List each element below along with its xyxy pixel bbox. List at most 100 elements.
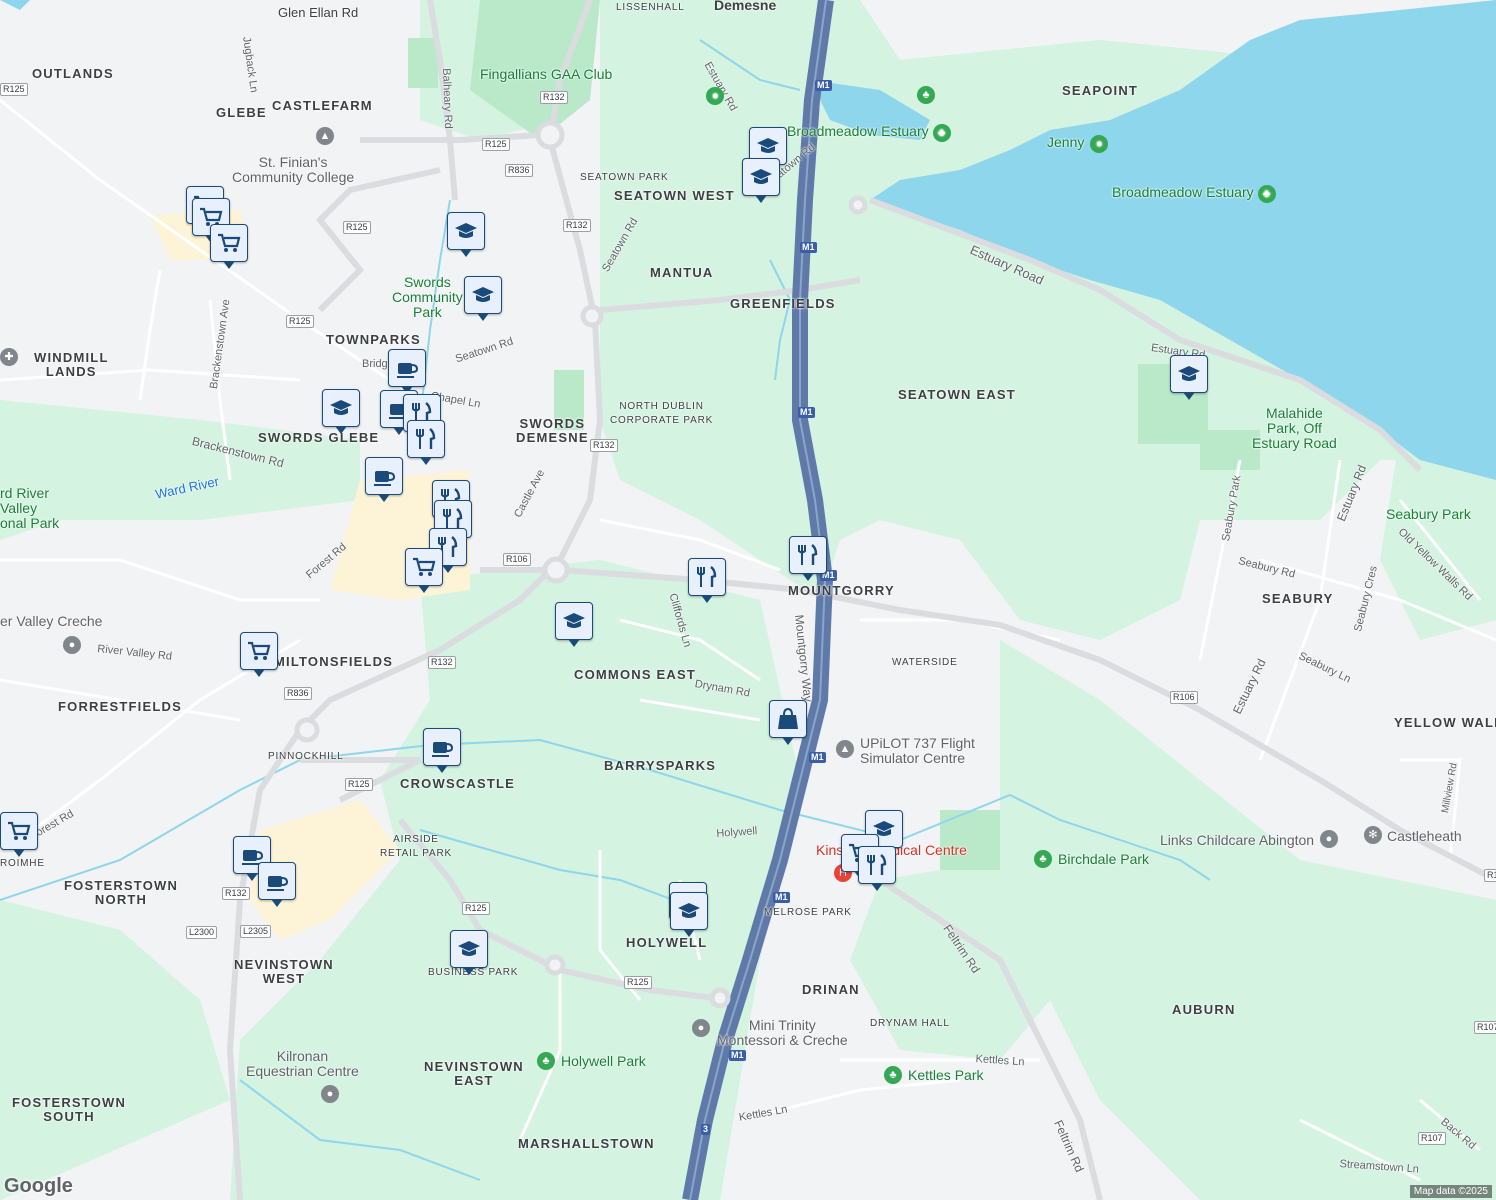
area-label-commons-east: COMMONS EAST xyxy=(574,667,697,682)
map-marker-cart-6[interactable] xyxy=(0,812,38,857)
area-label-outlands: OUTLANDS xyxy=(32,66,114,81)
area-label-drynam-hall: DRYNAM HALL xyxy=(870,1018,950,1029)
map-marker-edu-4[interactable] xyxy=(464,276,502,321)
map-attribution[interactable]: Map data ©2025 xyxy=(1409,1185,1492,1198)
area-label-castlefarm: CASTLEFARM xyxy=(272,98,373,113)
area-label-greenfields: GREENFIELDS xyxy=(730,296,836,311)
area-label-fosterstown-north: FOSTERSTOWN NORTH xyxy=(64,878,179,907)
area-label-seabury: SEABURY xyxy=(1262,591,1334,606)
poi-fingallians[interactable]: Fingallians GAA Club● xyxy=(480,67,725,105)
map-marker-edu-7[interactable] xyxy=(555,602,593,647)
area-label-melrose-park: MELROSE PARK xyxy=(764,907,852,918)
area-label-nevinstown-east: NEVINSTOWN EAST xyxy=(424,1059,524,1088)
poi-birchdale-park[interactable]: Birchdale Park xyxy=(1058,852,1149,867)
road-shield: L2300 xyxy=(186,926,218,939)
area-label-waterside: WATERSIDE xyxy=(892,657,958,668)
poi-castleheath[interactable]: Castleheath xyxy=(1387,829,1462,844)
road-shield: R132 xyxy=(590,439,618,452)
pin-dot-icon: ● xyxy=(1320,830,1338,848)
poi-malahide-park[interactable]: Malahide Park, Off Estuary Road xyxy=(1252,406,1337,451)
road-shield: R107 xyxy=(1418,1132,1446,1145)
area-label-roimhe: ROIMHE xyxy=(0,858,45,869)
road-shield: R125 xyxy=(482,138,510,151)
map-marker-edu-5[interactable] xyxy=(322,389,360,434)
area-label-seatown-east: SEATOWN EAST xyxy=(898,387,1016,402)
road-shield: R106 xyxy=(503,553,531,566)
map-marker-edu-10[interactable] xyxy=(670,892,708,937)
road-shield: R107 xyxy=(1474,1021,1496,1034)
road-shield: R125 xyxy=(343,221,371,234)
poi-swords-community-park[interactable]: Swords Community Park xyxy=(392,275,463,320)
area-label-north-dublin-corporate-park: NORTH DUBLIN CORPORATE PARK xyxy=(610,401,714,426)
poi-broadmeadow-estuary-1[interactable]: Broadmeadow Estuary ♣ xyxy=(787,124,951,142)
map-marker-edu-11[interactable] xyxy=(450,930,488,975)
poi-jenny[interactable]: Jenny ● xyxy=(1047,135,1109,153)
park-dot-icon: ● xyxy=(1090,135,1109,153)
cross-icon: ✚ xyxy=(0,348,18,366)
area-label-pinnockhill: PINNOCKHILL xyxy=(268,751,344,762)
motorway-shield: M1 xyxy=(798,407,815,418)
road-shield: R836 xyxy=(284,687,312,700)
map-marker-cafe-3[interactable] xyxy=(365,457,403,502)
tree-icon: ♣ xyxy=(932,124,951,142)
poi-mini-trinity[interactable]: Mini Trinity Montessori & Creche xyxy=(717,1018,848,1048)
tree-icon: ♣ xyxy=(1257,185,1276,203)
map-marker-cart-5[interactable] xyxy=(240,632,278,677)
road-label-balheary-rd: Balheary Rd xyxy=(440,68,455,129)
area-label-holywell: HOLYWELL xyxy=(626,935,708,950)
area-label-drinan: DRINAN xyxy=(802,982,860,997)
map-marker-food-6[interactable] xyxy=(688,558,726,603)
road-shield: R106 xyxy=(1170,691,1198,704)
road-shield: R132 xyxy=(540,91,568,104)
area-label-townparks: TOWNPARKS xyxy=(326,332,421,347)
map-marker-edu-2[interactable] xyxy=(742,158,780,203)
poi-st-finians[interactable]: St. Finian's Community College xyxy=(232,155,354,185)
road-shield: R125 xyxy=(345,778,373,791)
map-marker-edu-3[interactable] xyxy=(447,212,485,257)
road-label-glen-ellan-rd: Glen Ellan Rd xyxy=(278,5,359,20)
poi-broadmeadow-estuary-2[interactable]: Broadmeadow Estuary ♣ xyxy=(1112,185,1276,203)
area-label-forrestfields: FORRESTFIELDS xyxy=(58,699,182,714)
area-label-fosterstown-south: FOSTERSTOWN SOUTH xyxy=(12,1095,127,1124)
google-logo: Google xyxy=(4,1175,73,1197)
poi-seabury-park[interactable]: Seabury Park xyxy=(1386,507,1471,522)
area-label-miltonsfields: MILTONSFIELDS xyxy=(274,654,394,669)
map-marker-food-2[interactable] xyxy=(407,420,445,465)
poi-holywell-park[interactable]: Holywell Park xyxy=(561,1054,646,1069)
area-label-mantua: MANTUA xyxy=(650,265,714,280)
map-marker-food-8[interactable] xyxy=(858,846,896,891)
motorway-shield: M1 xyxy=(809,752,826,763)
area-label-demesne: Demesne xyxy=(714,0,777,13)
motorway-shield: M1 xyxy=(729,1050,746,1061)
map-marker-cafe-1[interactable] xyxy=(388,349,426,394)
road-shield: R836 xyxy=(505,164,533,177)
area-label-swords-demesne: SWORDS DEMESNE xyxy=(516,416,589,445)
map-marker-bag-1[interactable] xyxy=(769,700,807,745)
area-label-nevinstown-west: NEVINSTOWN WEST xyxy=(234,957,334,986)
poi-kilronan[interactable]: Kilronan Equestrian Centre xyxy=(246,1049,359,1079)
poi-links-childcare[interactable]: Links Childcare Abington xyxy=(1160,833,1314,848)
motorway-shield: M1 xyxy=(773,892,790,903)
map-marker-edu-6[interactable] xyxy=(1170,355,1208,400)
poi-kettles-park[interactable]: Kettles Park xyxy=(908,1068,983,1083)
area-label-crowscastle: CROWSCASTLE xyxy=(400,776,516,791)
graduation-cap-icon: ▲ xyxy=(316,127,334,145)
poi-ward-river-valley[interactable]: rd River Valley onal Park xyxy=(0,486,59,531)
area-label-barrysparks: BARRYSPARKS xyxy=(604,758,717,773)
map-marker-cart-3[interactable] xyxy=(210,224,248,269)
area-label-seatown-park: SEATOWN PARK xyxy=(580,172,669,183)
map-marker-cafe-6[interactable] xyxy=(258,862,296,907)
map-marker-cart-4[interactable] xyxy=(405,548,443,593)
road-shield: R132 xyxy=(428,656,456,669)
map-canvas[interactable]: Glen Ellan Rd LISSENHALL Demesne OUTLAND… xyxy=(0,0,1496,1200)
motorway-shield: 3 xyxy=(701,1124,711,1135)
area-label-windmill-lands: WINDMILL LANDS xyxy=(34,350,109,379)
road-shield: R125 xyxy=(0,83,28,96)
poi-upilot[interactable]: UPiLOT 737 Flight Simulator Centre xyxy=(860,736,975,766)
area-label-mountgorry: MOUNTGORRY xyxy=(788,583,895,598)
road-shield: R132 xyxy=(222,887,250,900)
map-marker-cafe-4[interactable] xyxy=(423,728,461,773)
poi-river-valley-creche[interactable]: er Valley Creche xyxy=(0,614,102,629)
motorway-shield: M1 xyxy=(800,242,817,253)
map-marker-food-7[interactable] xyxy=(789,536,827,581)
